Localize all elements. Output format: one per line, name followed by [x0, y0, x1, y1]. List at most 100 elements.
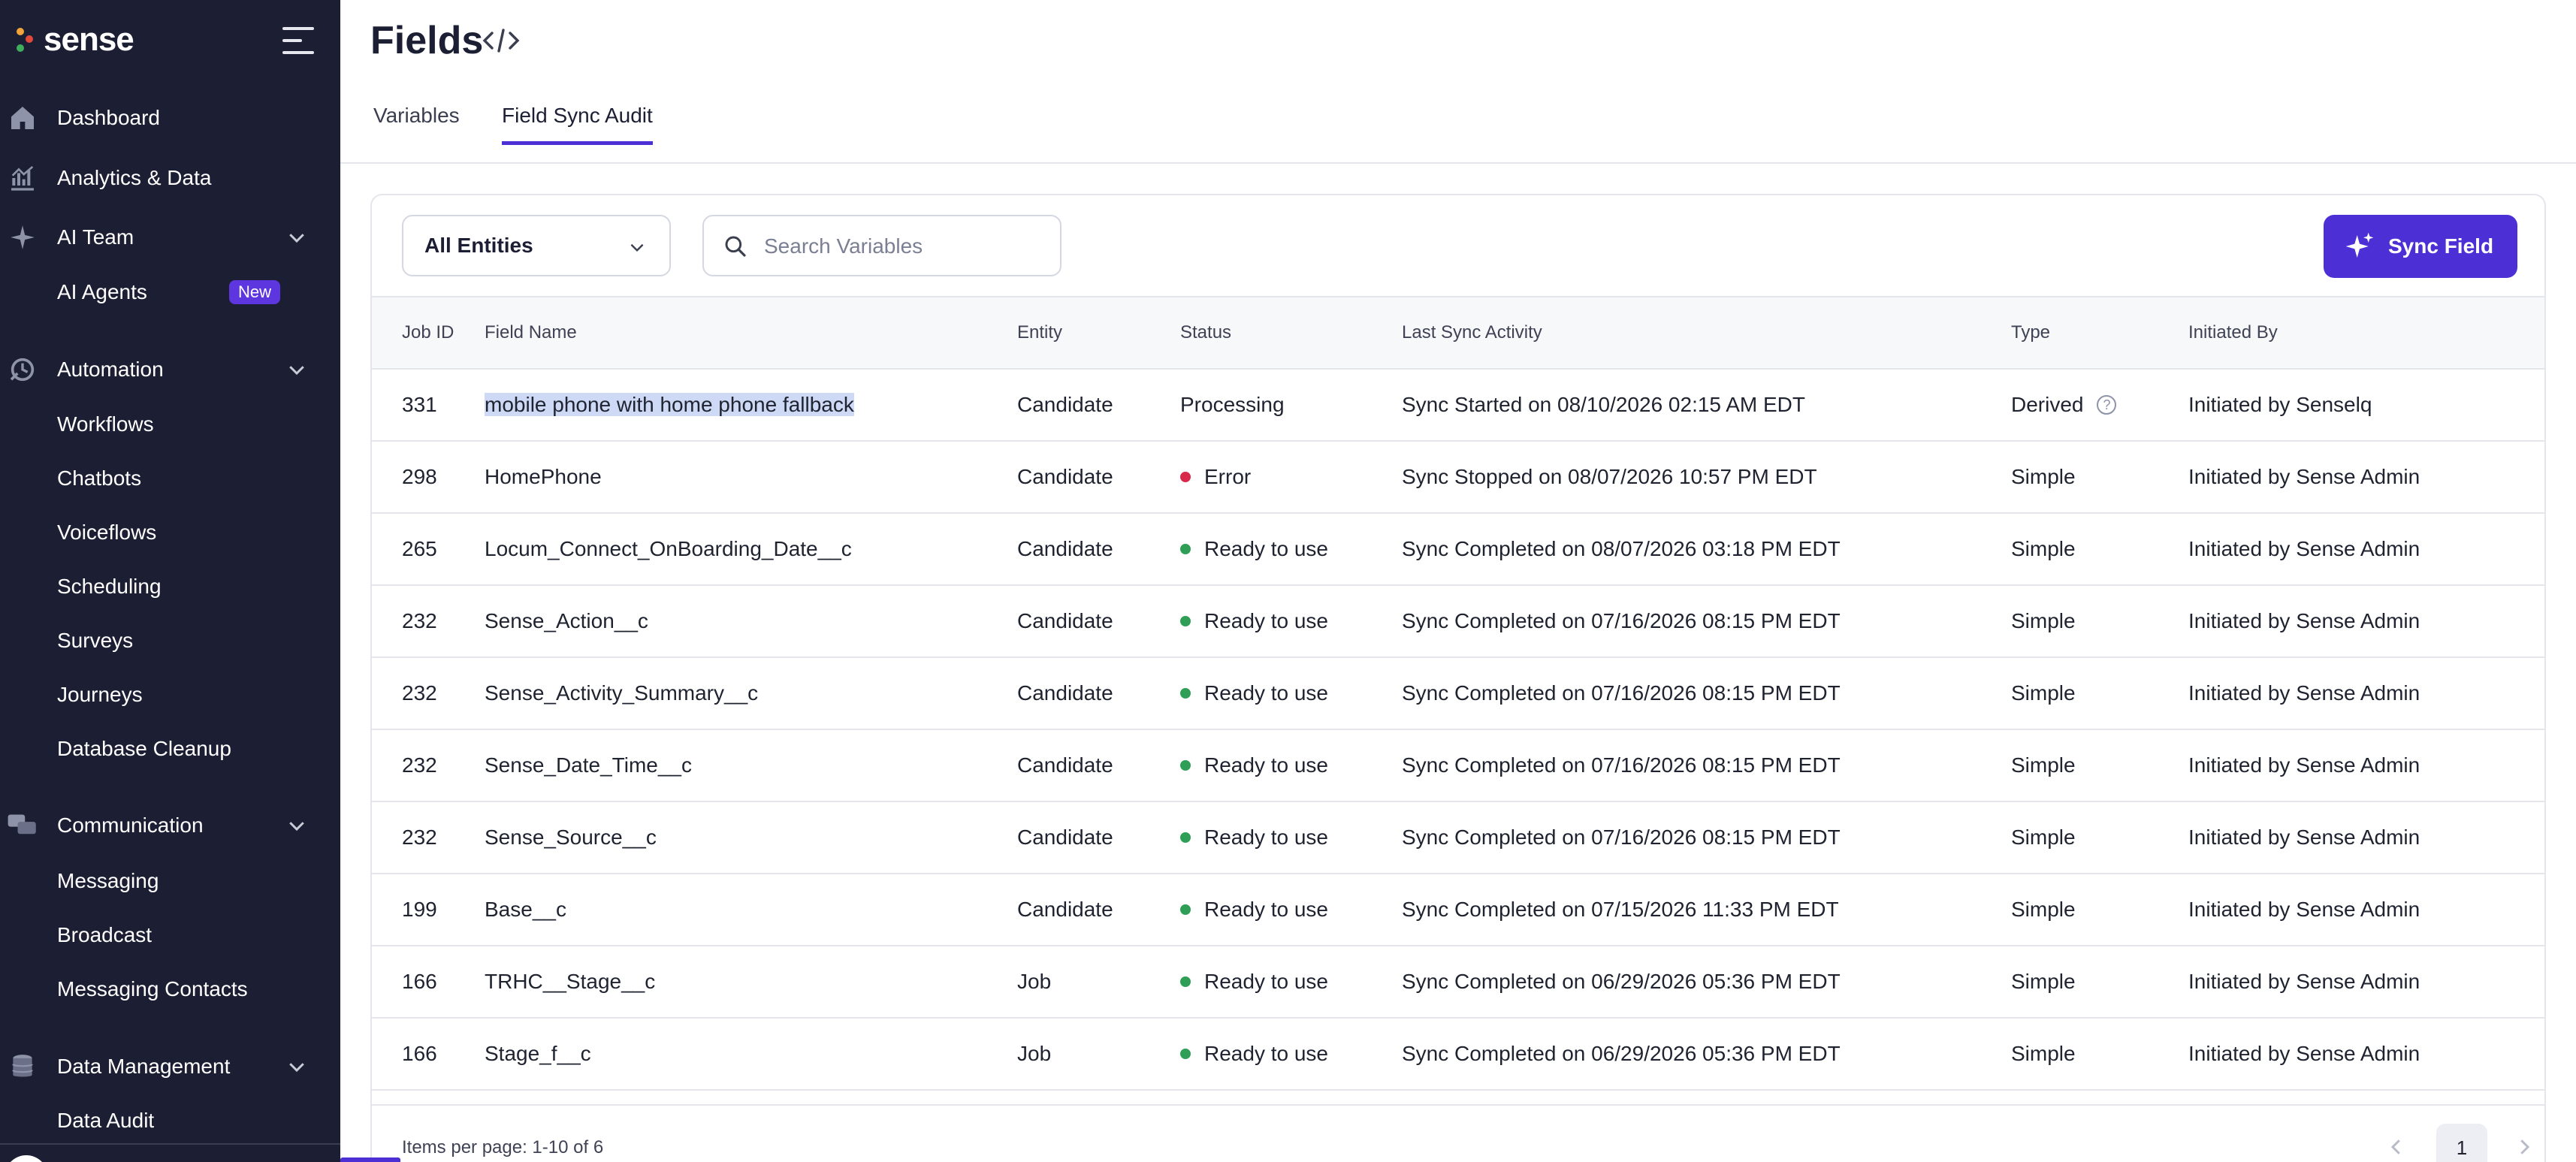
- table-row[interactable]: 232 Sense_Action__c Candidate Ready to u…: [372, 585, 2544, 657]
- table-row[interactable]: 166 TRHC__Stage__c Job Ready to use Sync…: [372, 946, 2544, 1018]
- database-icon: [6, 1050, 39, 1083]
- field-name-selected[interactable]: mobile phone with home phone fallback: [485, 393, 854, 416]
- status-label: Ready to use: [1204, 609, 1328, 632]
- avatar[interactable]: [5, 1155, 48, 1162]
- cell-initiated-by: Initiated by Sense Admin: [2188, 681, 2420, 705]
- chevron-left-icon[interactable]: [2385, 1136, 2408, 1158]
- cell-status: Ready to use: [1180, 1018, 1402, 1090]
- field-name-link[interactable]: Sense_Date_Time__c: [485, 753, 692, 777]
- sync-audit-table: Job ID Field Name Entity Status Last Syn…: [372, 296, 2544, 1091]
- status-ready-dot: [1180, 904, 1191, 915]
- sync-field-button[interactable]: Sync Field: [2324, 215, 2517, 278]
- chat-bubbles-icon: [6, 809, 39, 842]
- header-field-name[interactable]: Field Name: [485, 296, 1017, 370]
- header-initiated-by[interactable]: Initiated By: [2188, 296, 2544, 370]
- nav-messaging[interactable]: Messaging: [0, 859, 340, 904]
- table-row[interactable]: 199 Base__c Candidate Ready to use Sync …: [372, 874, 2544, 946]
- collapse-sidebar-button[interactable]: [282, 27, 314, 54]
- nav-ai-agents[interactable]: AI Agents New: [0, 270, 340, 315]
- nav-chatbots[interactable]: Chatbots: [0, 456, 340, 501]
- search-input[interactable]: [764, 231, 1049, 261]
- status-label: Ready to use: [1204, 753, 1328, 777]
- sparkle-icon: [6, 221, 39, 254]
- accent-strip: [340, 1157, 400, 1162]
- cell-entity: Candidate: [1017, 609, 1113, 632]
- type-label: Derived: [2011, 393, 2084, 416]
- help-icon[interactable]: ?: [2097, 394, 2117, 415]
- nav-dashboard[interactable]: Dashboard: [0, 94, 340, 142]
- header-type[interactable]: Type: [2011, 296, 2188, 370]
- field-name-link[interactable]: Sense_Source__c: [485, 825, 657, 849]
- cell-field-name: Sense_Action__c: [485, 585, 1017, 657]
- entity-select-value: All Entities: [424, 234, 533, 257]
- table-footer-divider: [372, 1104, 2544, 1106]
- table-row[interactable]: 265 Locum_Connect_OnBoarding_Date__c Can…: [372, 513, 2544, 585]
- nav-broadcast[interactable]: Broadcast: [0, 913, 340, 958]
- nav-automation-label: Automation: [57, 358, 164, 381]
- code-icon[interactable]: [482, 24, 521, 57]
- nav-data-audit[interactable]: Data Audit: [0, 1098, 340, 1143]
- table-row[interactable]: 232 Sense_Date_Time__c Candidate Ready t…: [372, 729, 2544, 801]
- field-name-link[interactable]: HomePhone: [485, 465, 602, 488]
- cell-job-id: 298: [402, 465, 437, 488]
- header-job-id[interactable]: Job ID: [372, 296, 485, 370]
- status-ready-dot: [1180, 976, 1191, 987]
- cell-entity: Candidate: [1017, 825, 1113, 849]
- cell-last-sync: Sync Completed on 06/29/2026 05:36 PM ED…: [1402, 1042, 1841, 1065]
- cell-field-name: Base__c: [485, 874, 1017, 946]
- cell-initiated-by: Initiated by Senselq: [2188, 393, 2372, 416]
- table-row[interactable]: 232 Sense_Activity_Summary__c Candidate …: [372, 657, 2544, 729]
- nav-scheduling[interactable]: Scheduling: [0, 564, 340, 609]
- nav-workflows[interactable]: Workflows: [0, 402, 340, 447]
- table-row[interactable]: 298 HomePhone Candidate Error Sync Stopp…: [372, 441, 2544, 513]
- cell-type: Derived?: [2011, 369, 2188, 441]
- field-name-link[interactable]: Base__c: [485, 898, 566, 921]
- tab-variables[interactable]: Variables: [373, 104, 460, 141]
- nav-automation[interactable]: Automation: [0, 346, 340, 394]
- nav-communication[interactable]: Communication: [0, 801, 340, 850]
- table-row[interactable]: 166 Stage_f__c Job Ready to use Sync Com…: [372, 1018, 2544, 1090]
- cell-entity: Candidate: [1017, 681, 1113, 705]
- page-number-button[interactable]: 1: [2436, 1124, 2487, 1162]
- brand-logo[interactable]: sense: [17, 21, 134, 59]
- nav-database-cleanup[interactable]: Database Cleanup: [0, 726, 340, 771]
- cell-job-id: 331: [402, 393, 437, 416]
- chevron-right-icon[interactable]: [2513, 1136, 2535, 1158]
- table-header-row: Job ID Field Name Entity Status Last Syn…: [372, 296, 2544, 370]
- nav-analytics[interactable]: Analytics & Data: [0, 154, 340, 202]
- table-row[interactable]: 232 Sense_Source__c Candidate Ready to u…: [372, 801, 2544, 874]
- status-ready-dot: [1180, 543, 1191, 554]
- field-name-link[interactable]: Sense_Activity_Summary__c: [485, 681, 758, 705]
- chevron-down-icon: [289, 366, 304, 376]
- cell-last-sync: Sync Completed on 06/29/2026 05:36 PM ED…: [1402, 970, 1841, 993]
- nav-dashboard-label: Dashboard: [57, 106, 160, 129]
- cell-entity: Candidate: [1017, 537, 1113, 560]
- field-name-link[interactable]: Locum_Connect_OnBoarding_Date__c: [485, 537, 852, 560]
- nav-journeys[interactable]: Journeys: [0, 672, 340, 717]
- field-name-link[interactable]: TRHC__Stage__c: [485, 970, 655, 993]
- pagination-summary: Items per page: 1-10 of 6: [402, 1137, 604, 1157]
- search-box: [702, 215, 1062, 276]
- tab-field-sync-audit[interactable]: Field Sync Audit: [502, 104, 653, 145]
- nav-messaging-contacts[interactable]: Messaging Contacts: [0, 967, 340, 1012]
- cell-entity: Job: [1017, 970, 1052, 993]
- nav-voiceflows[interactable]: Voiceflows: [0, 510, 340, 555]
- nav-surveys[interactable]: Surveys: [0, 618, 340, 663]
- cell-entity: Job: [1017, 1042, 1052, 1065]
- nav-ai-team[interactable]: AI Team: [0, 213, 340, 261]
- cell-initiated-by: Initiated by Sense Admin: [2188, 898, 2420, 921]
- header-entity[interactable]: Entity: [1017, 296, 1180, 370]
- field-name-link[interactable]: Sense_Action__c: [485, 609, 648, 632]
- status-label: Ready to use: [1204, 1042, 1328, 1065]
- cell-last-sync: Sync Completed on 07/16/2026 08:15 PM ED…: [1402, 825, 1841, 849]
- brand-name: sense: [44, 21, 134, 58]
- field-name-link[interactable]: Stage_f__c: [485, 1042, 591, 1065]
- entity-select[interactable]: All Entities: [402, 215, 671, 276]
- table-row[interactable]: 331 mobile phone with home phone fallbac…: [372, 369, 2544, 441]
- nav-ai-team-label: AI Team: [57, 225, 134, 249]
- cell-job-id: 232: [402, 753, 437, 777]
- header-status[interactable]: Status: [1180, 296, 1402, 370]
- header-last-sync[interactable]: Last Sync Activity: [1402, 296, 2011, 370]
- nav-data-management[interactable]: Data Management: [0, 1043, 340, 1091]
- cell-entity: Candidate: [1017, 393, 1113, 416]
